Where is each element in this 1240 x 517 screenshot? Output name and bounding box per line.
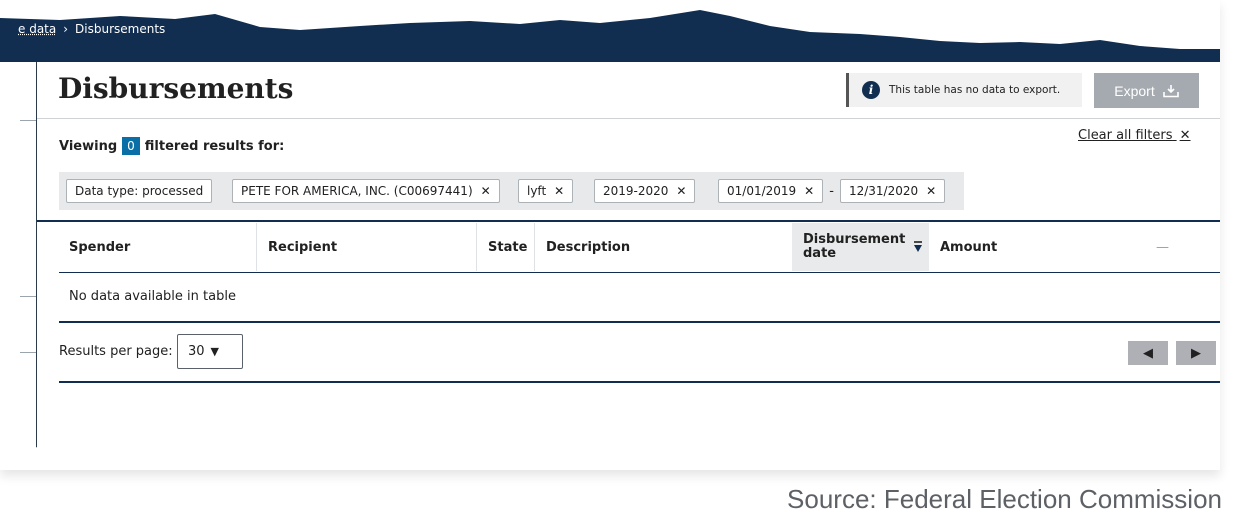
torn-edge (0, 444, 1220, 470)
page-screenshot: e data › Disbursements Disbursements i Thi… (0, 0, 1220, 470)
source-caption: Source: Federal Election Commission (787, 484, 1222, 514)
